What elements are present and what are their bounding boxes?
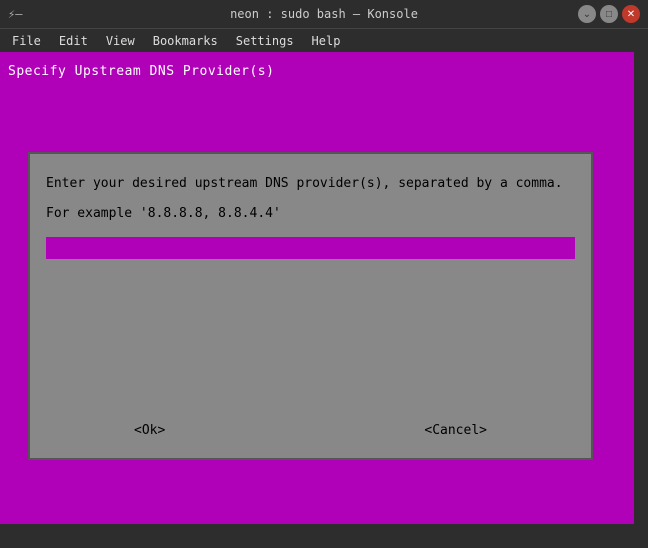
window-title: neon : sudo bash — Konsole [230,7,418,21]
dialog-box: Enter your desired upstream DNS provider… [28,152,593,460]
dialog-line2: For example '8.8.8.8, 8.8.4.4' [46,206,575,221]
menu-file[interactable]: File [4,32,49,50]
cancel-button[interactable]: <Cancel> [416,419,495,442]
titlebar: ⚡– neon : sudo bash — Konsole ⌄ □ ✕ [0,0,648,28]
terminal-header-text: Specify Upstream DNS Provider(s) [4,60,644,83]
dialog-buttons: <Ok> <Cancel> [46,419,575,442]
dns-input[interactable] [46,237,575,259]
menu-edit[interactable]: Edit [51,32,96,50]
menu-view[interactable]: View [98,32,143,50]
input-wrapper [46,237,575,259]
terminal-area: Specify Upstream DNS Provider(s) Enter y… [0,52,648,524]
menubar: File Edit View Bookmarks Settings Help [0,28,648,52]
menu-help[interactable]: Help [304,32,349,50]
maximize-button[interactable]: □ [600,5,618,23]
terminal-icon: ⚡– [8,7,22,21]
dialog-line1: Enter your desired upstream DNS provider… [46,174,575,194]
dialog-spacer [46,259,575,419]
minimize-button[interactable]: ⌄ [578,5,596,23]
bottom-bar [0,524,648,548]
menu-settings[interactable]: Settings [228,32,302,50]
titlebar-controls: ⌄ □ ✕ [578,5,640,23]
scrollbar[interactable] [634,52,648,524]
window: ⚡– neon : sudo bash — Konsole ⌄ □ ✕ File… [0,0,648,548]
close-button[interactable]: ✕ [622,5,640,23]
titlebar-left: ⚡– [8,7,22,21]
menu-bookmarks[interactable]: Bookmarks [145,32,226,50]
ok-button[interactable]: <Ok> [126,419,173,442]
